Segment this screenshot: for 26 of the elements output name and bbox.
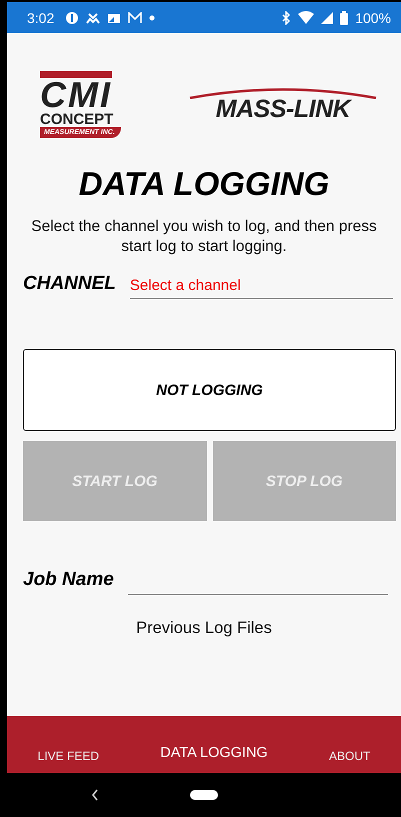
- clock-time: 3:02: [27, 10, 54, 26]
- missed-call-icon: [86, 12, 100, 24]
- channel-picker[interactable]: Select a channel: [130, 273, 393, 299]
- back-icon[interactable]: [90, 788, 100, 802]
- image-icon: [107, 12, 122, 24]
- instructions-text: Select the channel you wish to log, and then press start log to start logging.: [30, 217, 378, 257]
- mail-icon: [128, 12, 142, 24]
- home-button[interactable]: [190, 790, 218, 800]
- logo-mark: CMI: [40, 70, 112, 112]
- nav-tab[interactable]: DATA LOGGING: [154, 741, 274, 767]
- bluetooth-icon: [281, 10, 292, 24]
- battery-percent: 100%: [355, 10, 391, 26]
- wifi-icon: [298, 11, 314, 24]
- nav-tab[interactable]: ABOUT: [323, 745, 376, 767]
- logging-status-panel: NOT LOGGING: [23, 349, 396, 431]
- battery-icon: [340, 10, 348, 24]
- job-name-label: Job Name: [23, 569, 114, 592]
- notification-dot-icon: [149, 14, 156, 20]
- channel-label: CHANNEL: [23, 273, 116, 296]
- nav-tab[interactable]: LIVE FEED: [32, 745, 105, 767]
- signal-icon: [321, 12, 334, 24]
- app-icon: [65, 10, 80, 24]
- page-title: DATA LOGGING: [78, 165, 330, 203]
- previous-log-files-link[interactable]: Previous Log Files: [132, 615, 276, 642]
- logo-name: MASS-LINK: [216, 94, 350, 124]
- logo-name: CONCEPT: [40, 112, 114, 126]
